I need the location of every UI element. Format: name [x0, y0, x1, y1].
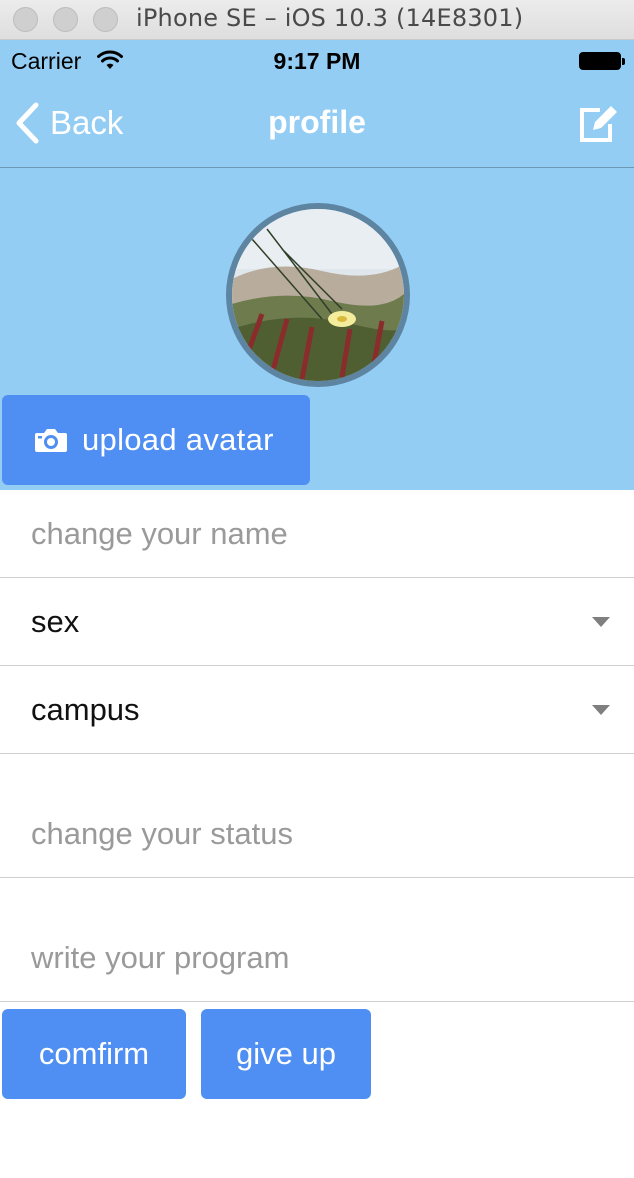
sex-select[interactable]: sex — [0, 578, 634, 666]
name-placeholder: change your name — [31, 516, 288, 551]
avatar[interactable] — [226, 203, 410, 387]
status-placeholder: change your status — [31, 816, 293, 851]
edit-icon — [580, 106, 617, 142]
simulator-titlebar: iPhone SE – iOS 10.3 (14E8301) — [0, 0, 634, 40]
page-title: profile — [268, 104, 366, 140]
status-bar: Carrier 9:17 PM — [0, 40, 634, 82]
name-field[interactable]: change your name — [0, 490, 634, 578]
program-placeholder: write your program — [31, 940, 290, 975]
simulator-title: iPhone SE – iOS 10.3 (14E8301) — [136, 4, 524, 32]
status-time: 9:17 PM — [273, 48, 361, 74]
sex-label: sex — [31, 604, 80, 639]
close-window-button[interactable] — [13, 7, 38, 32]
camera-icon — [35, 429, 67, 452]
edit-button[interactable] — [578, 106, 618, 149]
battery-icon — [579, 52, 625, 70]
program-field[interactable]: write your program — [0, 878, 634, 1002]
upload-avatar-button[interactable]: upload avatar — [2, 395, 310, 485]
navigation-bar: Back profile — [0, 82, 634, 168]
caret-down-icon — [592, 617, 610, 627]
upload-avatar-label: upload avatar — [82, 422, 274, 457]
zoom-window-button[interactable] — [93, 7, 118, 32]
status-field[interactable]: change your status — [0, 754, 634, 878]
campus-label: campus — [31, 692, 140, 727]
campus-select[interactable]: campus — [0, 666, 634, 754]
minimize-window-button[interactable] — [53, 7, 78, 32]
give-up-button[interactable]: give up — [201, 1009, 371, 1099]
confirm-button[interactable]: comfirm — [2, 1009, 186, 1099]
caret-down-icon — [592, 705, 610, 715]
